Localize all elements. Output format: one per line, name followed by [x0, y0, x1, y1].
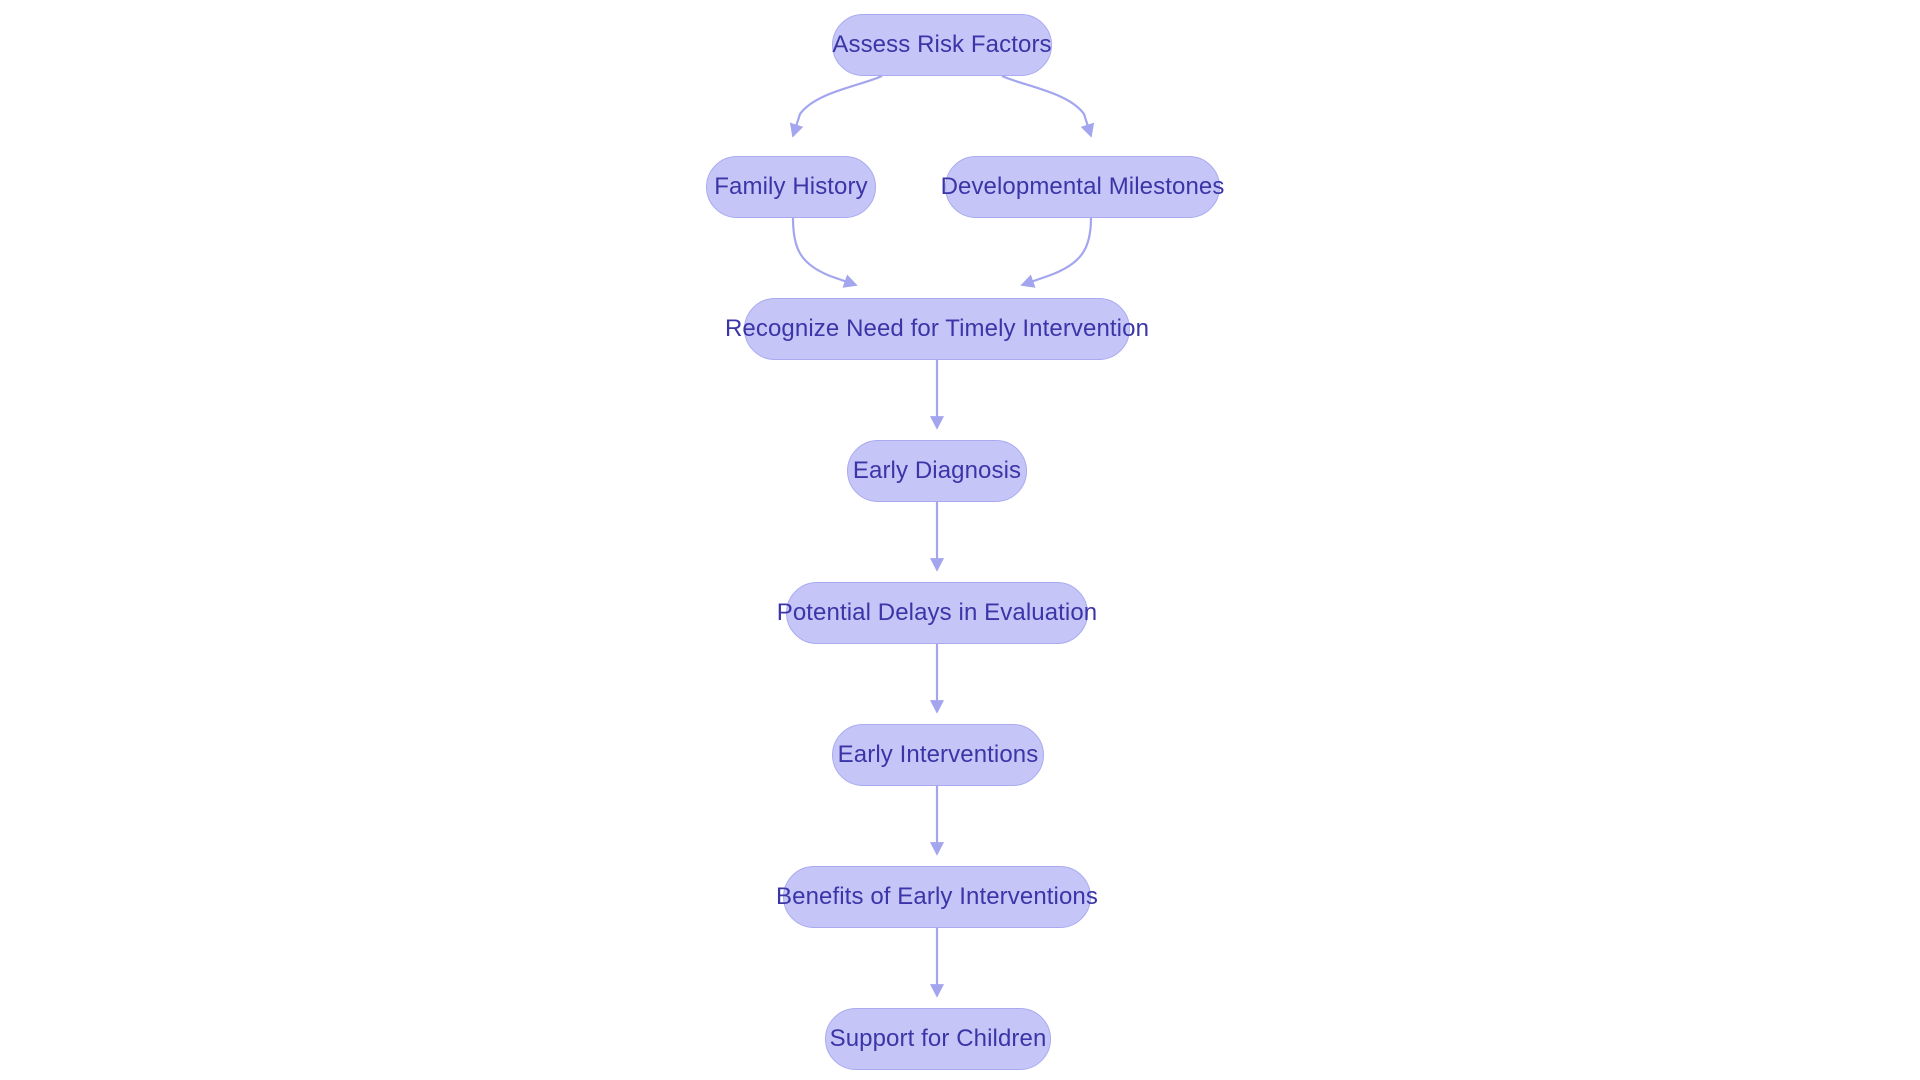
node-label: Benefits of Early Interventions — [776, 883, 1098, 910]
edge-family-history-to-recognize — [791, 217, 858, 288]
node-label: Potential Delays in Evaluation — [776, 599, 1098, 626]
node-label: Recognize Need for Timely Intervention — [725, 315, 1150, 342]
node-benefits-early-interventions[interactable]: Benefits of Early Interventions — [776, 866, 1098, 928]
node-label: Early Interventions — [837, 741, 1039, 768]
edge-developmental-to-recognize — [1020, 217, 1093, 288]
node-assess-risk-factors[interactable]: Assess Risk Factors — [832, 14, 1052, 76]
node-label: Developmental Milestones — [940, 173, 1225, 200]
edge-assess-to-developmental-milestones — [1001, 74, 1095, 138]
node-label: Assess Risk Factors — [832, 31, 1052, 58]
node-label: Early Diagnosis — [852, 457, 1022, 484]
node-label: Family History — [714, 173, 868, 200]
node-label: Support for Children — [829, 1025, 1047, 1052]
node-early-diagnosis[interactable]: Early Diagnosis — [847, 440, 1027, 502]
node-recognize-need[interactable]: Recognize Need for Timely Intervention — [725, 298, 1149, 360]
node-family-history[interactable]: Family History — [706, 156, 876, 218]
node-potential-delays[interactable]: Potential Delays in Evaluation — [777, 582, 1097, 644]
flowchart-canvas: Assess Risk Factors Family History Devel… — [0, 0, 1920, 1080]
edge-assess-to-family-history — [789, 74, 883, 138]
node-early-interventions[interactable]: Early Interventions — [832, 724, 1044, 786]
node-support-for-children[interactable]: Support for Children — [825, 1008, 1051, 1070]
node-developmental-milestones[interactable]: Developmental Milestones — [941, 156, 1224, 218]
